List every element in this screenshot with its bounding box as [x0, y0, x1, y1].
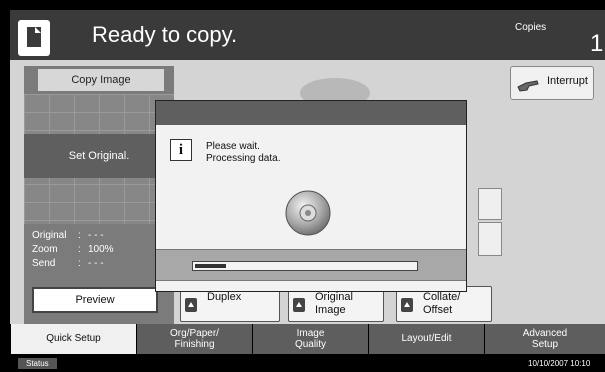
processing-dialog: i Please wait. Processing data.: [155, 100, 467, 292]
progress-fill: [195, 264, 226, 268]
dialog-titlebar: [156, 101, 466, 125]
status-bar: Status 10/10/2007 10:10: [10, 356, 605, 372]
tab-quick-setup[interactable]: Quick Setup: [10, 324, 136, 354]
status-title: Ready to copy.: [92, 22, 238, 47]
info-row-send: Send: - - -: [32, 258, 104, 269]
copier-screen: Ready to copy. Copies 1 Copy Image Set O…: [0, 0, 605, 372]
interrupt-hand-icon: [517, 80, 539, 92]
up-arrow-icon: [185, 298, 197, 312]
up-arrow-icon: [293, 298, 305, 312]
dialog-message-line2: Processing data.: [206, 153, 281, 164]
tab-label-line1: Advanced: [522, 328, 568, 339]
status-button[interactable]: Status: [18, 358, 57, 369]
info-icon: i: [170, 139, 192, 161]
dialog-message-line1: Please wait.: [206, 141, 260, 152]
info-value: - - -: [88, 258, 104, 269]
tab-label-line2: Finishing: [174, 339, 215, 350]
copy-image-panel: Copy Image Set Original. Original: - - - …: [24, 66, 174, 324]
copies-count[interactable]: 1: [590, 30, 603, 58]
original-image-label-line1: Original: [315, 291, 353, 303]
interrupt-button[interactable]: Interrupt: [510, 66, 594, 100]
tab-label-line1: Org/Paper/: [170, 328, 219, 339]
tab-label-line2: Quality: [294, 339, 327, 350]
set-original-text: Set Original.: [24, 134, 174, 178]
document-icon: [18, 20, 50, 56]
tab-label-line1: Quick Setup: [46, 333, 101, 344]
duplex-label: Duplex: [207, 291, 242, 303]
background-button-edge: [478, 222, 502, 256]
up-arrow-icon: [401, 298, 413, 312]
tab-bar: Quick Setup Org/Paper/Finishing Image Qua…: [10, 324, 605, 354]
info-key: Zoom: [32, 244, 58, 255]
tab-label-line2: Setup: [531, 339, 559, 350]
header-bar: Ready to copy. Copies 1: [10, 10, 605, 60]
collate-label-line2: Offset: [423, 304, 453, 316]
info-value: - - -: [88, 230, 104, 241]
disc-icon: [285, 190, 331, 236]
tab-label-line1: Image: [296, 328, 325, 339]
info-key: Send: [32, 258, 56, 269]
tab-layout-edit[interactable]: Layout/Edit: [368, 324, 484, 354]
tab-advanced-setup[interactable]: Advanced Setup: [484, 324, 605, 354]
info-value: 100%: [88, 244, 114, 255]
copies-label: Copies: [515, 22, 547, 33]
preview-button[interactable]: Preview: [32, 287, 158, 313]
info-key: Original: [32, 230, 67, 241]
original-image-label-line2: Image: [315, 304, 346, 316]
copy-image-header: Copy Image: [38, 69, 164, 91]
progress-bar: [192, 261, 418, 271]
tab-label-line1: Layout/Edit: [401, 333, 452, 344]
progress-area: [156, 249, 466, 281]
interrupt-label: Interrupt: [547, 75, 588, 87]
tab-image-quality[interactable]: Image Quality: [252, 324, 368, 354]
tab-org-paper-finishing[interactable]: Org/Paper/Finishing: [136, 324, 252, 354]
background-button-edge: [478, 188, 502, 220]
collate-label-line1: Collate/: [423, 291, 461, 303]
info-row-zoom: Zoom:100%: [32, 244, 114, 255]
info-row-original: Original: - - -: [32, 230, 104, 241]
status-datetime: 10/10/2007 10:10: [528, 359, 591, 368]
